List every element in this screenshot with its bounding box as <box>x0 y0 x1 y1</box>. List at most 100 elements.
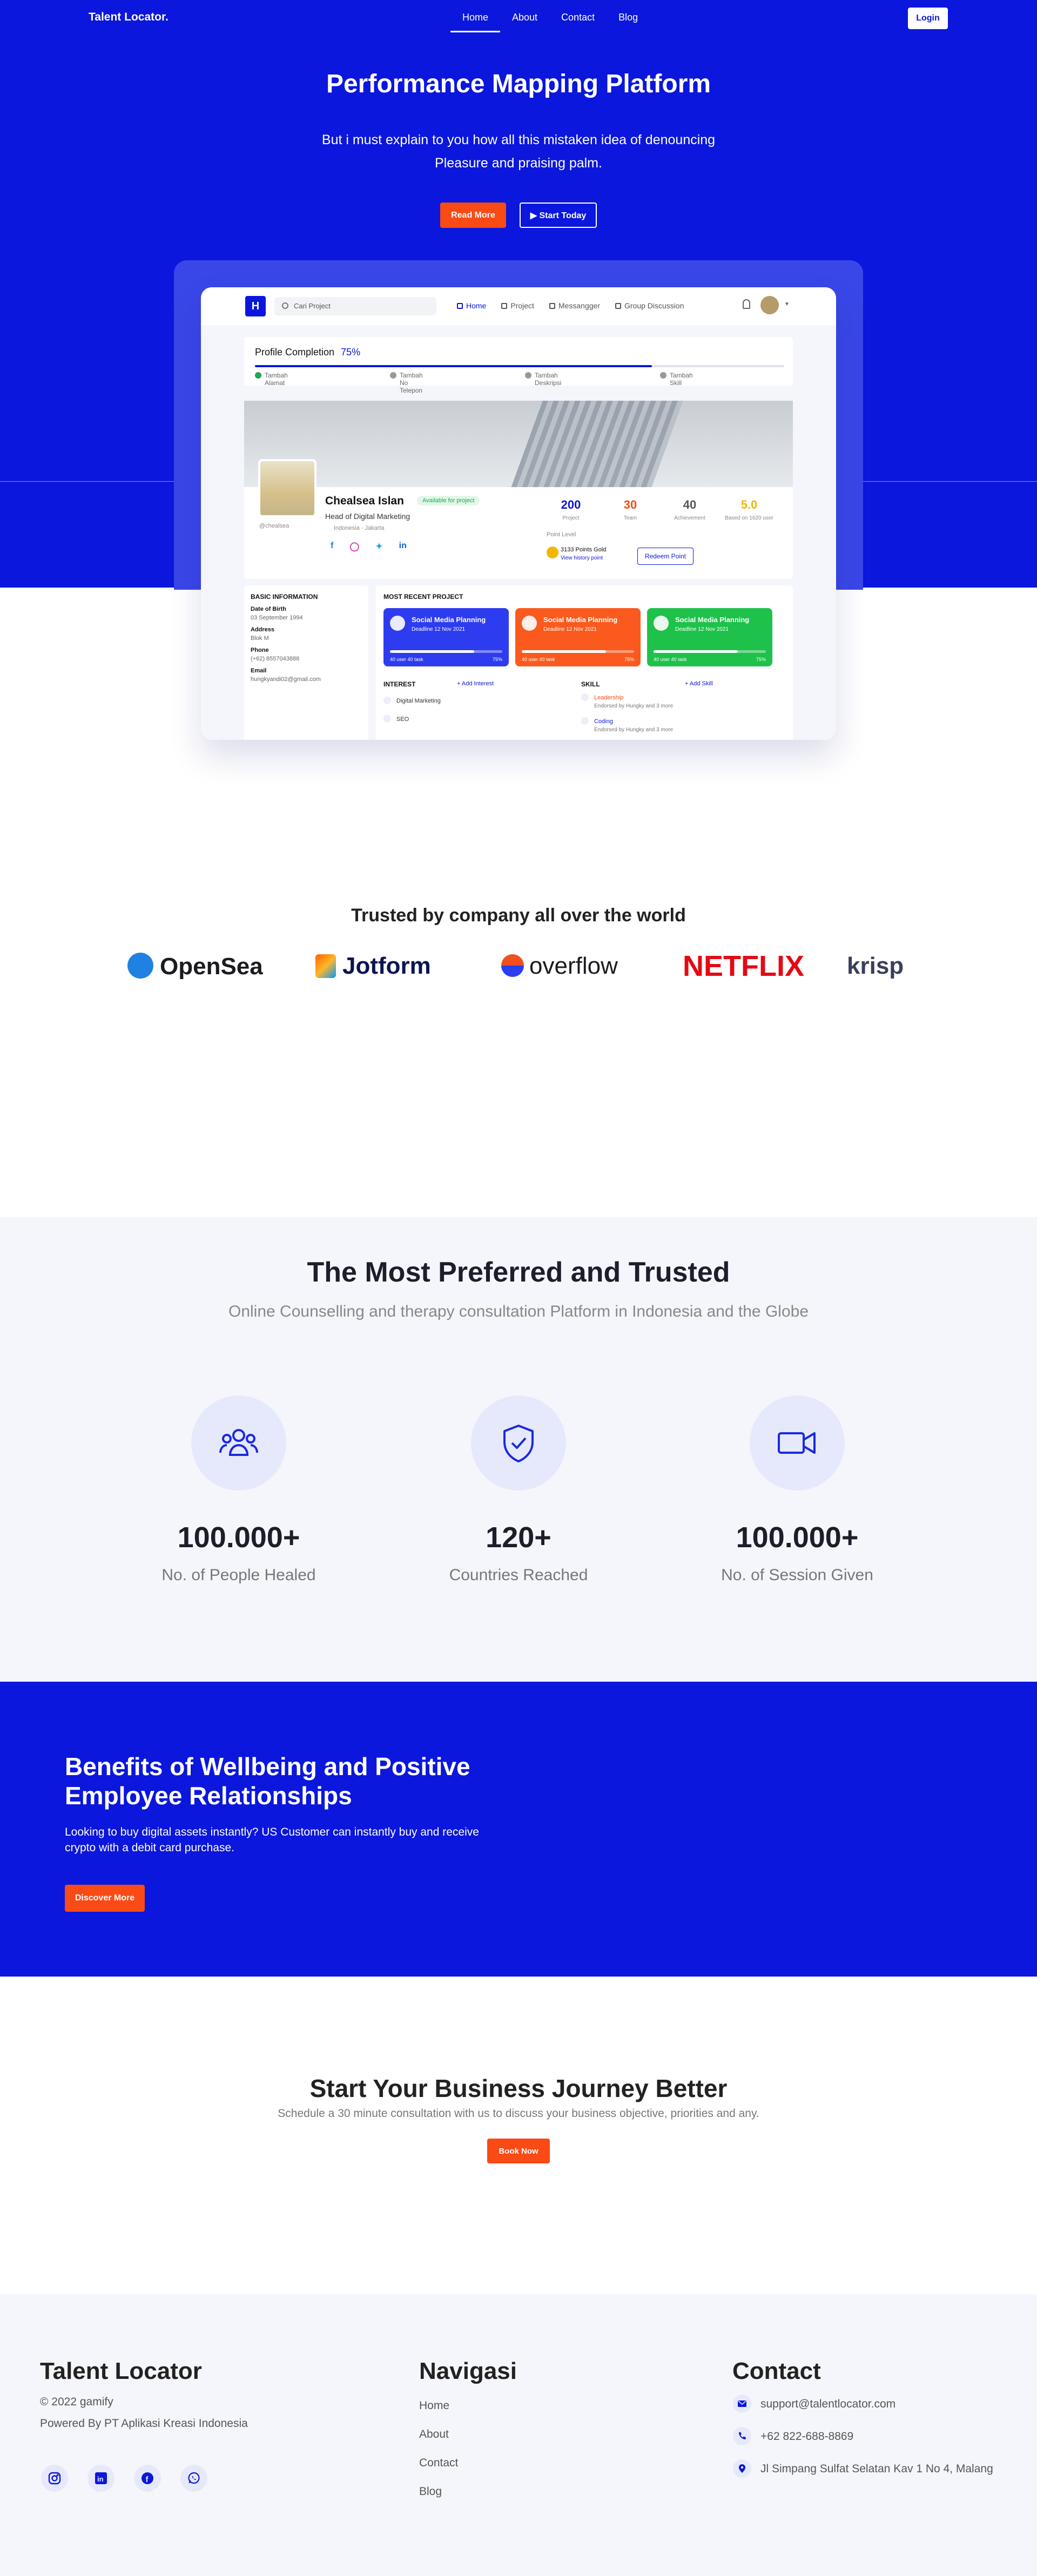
twitter-icon[interactable]: ✦ <box>375 541 382 552</box>
interest-label: SEO <box>396 716 409 723</box>
avatar[interactable] <box>760 296 779 314</box>
skill-title: SKILL <box>581 680 600 688</box>
opensea-icon <box>127 953 153 979</box>
nav-link-home[interactable]: Home <box>450 10 501 32</box>
stat-label: Countries Reached <box>449 1566 588 1584</box>
project-members: 40 user 40 task <box>390 657 423 662</box>
redeem-point-button[interactable]: Redeem Point <box>637 548 693 565</box>
tab-messenger[interactable]: Messangger <box>549 301 600 310</box>
project-card[interactable]: Social Media Planning Deadline 12 Nov 20… <box>647 608 772 666</box>
tab-home[interactable]: Home <box>457 301 486 310</box>
benefits-subtitle: Looking to buy digital assets instantly?… <box>65 1826 479 1854</box>
project-title: Social Media Planning <box>675 616 750 624</box>
step-label: Tambah Alamat <box>265 372 288 387</box>
coin-icon <box>547 547 558 558</box>
project-percent: 75% <box>624 657 634 662</box>
view-history-link[interactable]: View history point <box>561 555 606 561</box>
tab-project[interactable]: Project <box>501 301 534 310</box>
instagram-icon[interactable] <box>41 2465 68 2492</box>
project-progress <box>522 650 634 653</box>
step-item[interactable]: Tambah Alamat <box>255 372 288 387</box>
profile-username: @chealsea <box>259 523 289 529</box>
overflow-icon <box>501 954 524 977</box>
profile-location: Indonesia · Jakarta <box>334 525 385 531</box>
footer-link-blog[interactable]: Blog <box>419 2485 442 2498</box>
chevron-down-icon[interactable]: ▼ <box>784 301 790 307</box>
brand-logo[interactable]: Talent Locator. <box>89 11 169 24</box>
project-title: Social Media Planning <box>412 616 486 624</box>
step-item[interactable]: Tambah Skill <box>660 372 693 387</box>
project-progress-fill <box>654 650 738 653</box>
bell-icon[interactable] <box>743 299 750 309</box>
step-item[interactable]: Tambah Deskripsi <box>525 372 561 387</box>
stat-team: 30 Team <box>601 498 660 521</box>
mockup-logo: H <box>245 296 266 316</box>
group-icon <box>615 303 621 309</box>
project-icon <box>522 616 537 631</box>
field-label: Email <box>251 667 267 674</box>
login-button[interactable]: Login <box>908 8 948 29</box>
stat-label: Achievement <box>674 515 705 521</box>
location-pin-icon <box>733 2459 751 2478</box>
stat-label: Project <box>562 515 580 521</box>
dashboard-mockup: H Cari Project Home Project Messangger G… <box>201 287 836 740</box>
project-percent: 75% <box>492 657 502 662</box>
footer-link-home[interactable]: Home <box>419 2399 449 2412</box>
step-label: Tambah Skill <box>670 372 693 387</box>
stat-value: 100.000+ <box>736 1521 859 1554</box>
skill-item: Coding <box>581 717 613 725</box>
project-percent: 75% <box>756 657 766 662</box>
cover-image <box>244 401 793 487</box>
stat-value: 30 <box>623 498 637 511</box>
discover-more-button[interactable]: Discover More <box>65 1885 145 1912</box>
project-icon <box>501 303 508 309</box>
skill-endorsed: Endorsed by Hungky and 3 more <box>594 703 674 709</box>
project-card[interactable]: Social Media Planning Deadline 12 Nov 20… <box>383 608 509 666</box>
whatsapp-icon[interactable] <box>180 2465 207 2492</box>
footer-phone[interactable]: +62 822-688-8869 <box>760 2430 853 2443</box>
nav-link-about[interactable]: About <box>500 10 549 32</box>
shield-check-icon <box>503 1425 534 1462</box>
add-interest-link[interactable]: + Add Interest <box>457 680 494 687</box>
field-value: hungkyandi02@gmail.com <box>251 676 321 683</box>
stats-section: The Most Preferred and Trusted Online Co… <box>0 1217 1037 1682</box>
message-icon <box>549 303 555 309</box>
facebook-icon[interactable]: f <box>331 541 333 552</box>
step-item[interactable]: Tambah No Telepon <box>390 372 423 394</box>
footer-brand: Talent Locator <box>40 2358 202 2384</box>
nav-link-blog[interactable]: Blog <box>607 10 650 32</box>
profile-stats: 200 Project 30 Team 40 Achievement 5.0 Based… <box>541 498 779 521</box>
stat-icon-circle <box>191 1395 286 1491</box>
project-deadline: Deadline 12 Nov 2021 <box>675 626 729 632</box>
read-more-button[interactable]: Read More <box>440 203 506 228</box>
book-now-button[interactable]: Book Now <box>487 2139 550 2163</box>
mockup-search-input[interactable]: Cari Project <box>274 297 436 315</box>
nav-link-contact[interactable]: Contact <box>549 10 607 32</box>
linkedin-icon[interactable]: in <box>399 541 407 552</box>
basic-information-card: BASIC INFORMATION Date of Birth 03 Septe… <box>244 585 368 740</box>
stat-label: No. of People Healed <box>161 1566 316 1584</box>
stat-value: 5.0 <box>740 498 758 511</box>
footer-powered: Powered By PT Aplikasi Kreasi Indonesia <box>40 2417 248 2430</box>
profile-completion-card: Profile Completion 75% Tambah Alamat Tamb… <box>244 337 793 394</box>
footer-email[interactable]: support@talentlocator.com <box>760 2398 895 2411</box>
tab-messenger-label: Messangger <box>558 301 600 310</box>
footer-link-contact[interactable]: Contact <box>419 2457 458 2470</box>
stat-card: 120+ Countries Reached <box>437 1395 600 1584</box>
tab-group-discussion[interactable]: Group Discussion <box>615 301 684 310</box>
jotform-logo: Jotform <box>315 953 431 980</box>
instagram-icon[interactable]: ◯ <box>349 541 359 552</box>
phone-icon <box>733 2427 751 2445</box>
people-icon <box>219 1429 258 1456</box>
project-card[interactable]: Social Media Planning Deadline 12 Nov 20… <box>515 608 641 666</box>
add-skill-link[interactable]: + Add Skill <box>685 680 713 687</box>
step-label: Tambah No Telepon <box>400 372 423 394</box>
start-today-button[interactable]: ▶ Start Today <box>520 203 597 228</box>
circle-icon <box>660 372 666 379</box>
footer-link-about[interactable]: About <box>419 2428 449 2441</box>
home-icon <box>457 303 463 309</box>
jotform-icon <box>315 954 336 978</box>
facebook-icon[interactable]: f <box>134 2465 161 2492</box>
trusted-title: Trusted by company all over the world <box>351 905 686 926</box>
linkedin-icon[interactable]: in <box>87 2465 115 2492</box>
